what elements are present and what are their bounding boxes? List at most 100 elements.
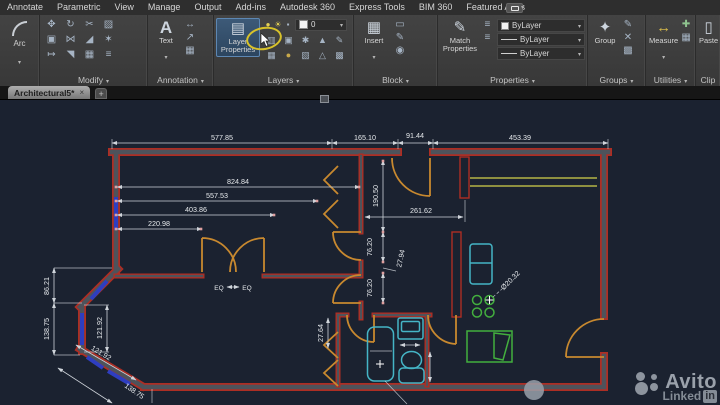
- annotation-icon-column: ↔ ↗ ▦: [182, 18, 198, 57]
- stretch-icon[interactable]: ↦: [42, 48, 61, 63]
- block-label: Block: [382, 74, 403, 85]
- fridge[interactable]: [469, 243, 493, 285]
- linetype-dropdown[interactable]: ByLayer: [497, 33, 585, 46]
- divider-wall[interactable]: [459, 156, 470, 199]
- tab-output[interactable]: Output: [187, 0, 228, 15]
- document-tab-active[interactable]: Architectural5* ×: [8, 86, 91, 99]
- fillet-icon[interactable]: ◢: [80, 33, 99, 48]
- tab-parametric[interactable]: Parametric: [50, 0, 108, 15]
- panel-label-block[interactable]: Block: [354, 73, 437, 86]
- new-tab-button[interactable]: +: [95, 88, 108, 99]
- scale-icon[interactable]: ◥: [61, 48, 80, 63]
- group-selection-icon[interactable]: ▩: [620, 44, 636, 57]
- tab-add-ins[interactable]: Add-ins: [228, 0, 273, 15]
- rotate-icon[interactable]: ↻: [61, 18, 80, 33]
- tab-annotate[interactable]: Annotate: [0, 0, 50, 15]
- explode-icon[interactable]: ✶: [99, 33, 118, 48]
- move-icon[interactable]: ✥: [42, 18, 61, 33]
- group-edit-icon[interactable]: ✎: [620, 18, 636, 31]
- properties-icon-column: ≡ ≡: [480, 18, 495, 44]
- dimension-lines[interactable]: [52, 141, 609, 404]
- panel-label-modify[interactable]: Modify: [40, 73, 147, 86]
- trim-icon[interactable]: ✂: [80, 18, 99, 33]
- layer-unlock-icon[interactable]: △: [314, 48, 331, 63]
- paste-button[interactable]: ▯ Paste: [698, 18, 719, 47]
- layer-off-icon[interactable]: ●: [280, 48, 297, 63]
- layer-state-icon[interactable]: ▪: [283, 19, 293, 31]
- ungroup-icon[interactable]: ✕: [620, 31, 636, 44]
- dim-label: 453.39: [509, 133, 531, 142]
- chevron-down-icon: [372, 46, 375, 64]
- chevron-down-icon: [406, 75, 409, 85]
- offset-icon[interactable]: ≡: [99, 48, 118, 63]
- tab-bim-360[interactable]: BIM 360: [412, 0, 460, 15]
- kitchen-fixtures[interactable]: [466, 294, 513, 363]
- multileader-icon[interactable]: ↗: [182, 31, 198, 44]
- group-button[interactable]: ✦ Group: [590, 18, 620, 47]
- chevron-down-icon: [684, 75, 687, 85]
- panel-label-groups[interactable]: Groups: [588, 73, 645, 86]
- dim-label: 91.44: [406, 131, 424, 140]
- tab-autodesk-360[interactable]: Autodesk 360: [273, 0, 342, 15]
- layer-walk-icon[interactable]: ▦: [263, 48, 280, 63]
- tab-manage[interactable]: Manage: [141, 0, 188, 15]
- kitchen-wall[interactable]: [451, 231, 462, 318]
- close-tab-icon[interactable]: ×: [79, 88, 84, 97]
- viewport-grip[interactable]: [320, 95, 329, 103]
- panel-label-annotation[interactable]: Annotation: [148, 73, 213, 86]
- match-properties-button[interactable]: ✎ Match Properties: [440, 18, 480, 55]
- doors[interactable]: [201, 157, 605, 387]
- insert-button[interactable]: ▦ Insert: [356, 18, 392, 66]
- layer-select-dropdown[interactable]: 0: [295, 18, 347, 31]
- tab-express-tools[interactable]: Express Tools: [342, 0, 412, 15]
- quick-calc-icon[interactable]: ▦: [679, 31, 693, 44]
- erase-icon[interactable]: ▨: [99, 18, 118, 33]
- layer-current-icon[interactable]: ✎: [331, 33, 348, 48]
- arc-caret-icon[interactable]: [18, 51, 21, 69]
- layer-merge-icon[interactable]: ▩: [331, 48, 348, 63]
- panel-groups: ✦ Group ✎ ✕ ▩ Groups: [588, 15, 646, 86]
- panel-label-layers[interactable]: Layers: [214, 73, 353, 86]
- layer-lock-icon[interactable]: ▲: [314, 33, 331, 48]
- screencast-caret-icon[interactable]: ▾: [521, 4, 524, 11]
- lineweight-dropdown[interactable]: ByLayer: [497, 47, 585, 60]
- copy-icon[interactable]: ▣: [42, 33, 61, 48]
- arc-tool-button[interactable]: Arc: [0, 15, 39, 69]
- block-attributes-icon[interactable]: ◉: [392, 44, 408, 57]
- model-space-canvas[interactable]: 577.85 165.10 91.44 453.39 824.84 557.53…: [0, 95, 720, 405]
- panel-properties: ✎ Match Properties ≡≡ ByLayer ByLayer: [438, 15, 588, 86]
- paste-label: Paste: [699, 36, 719, 45]
- linetype-list-icon[interactable]: ≡: [480, 18, 495, 31]
- id-point-icon[interactable]: ✚: [679, 18, 693, 31]
- panel-label-clipboard[interactable]: Clip: [696, 73, 720, 86]
- interior-walls[interactable]: [113, 153, 470, 388]
- burner: [484, 307, 495, 318]
- linear-dimension-icon[interactable]: ↔: [182, 18, 198, 31]
- kitchen-window-lines[interactable]: [470, 177, 597, 187]
- panel-label-properties[interactable]: Properties: [438, 73, 587, 86]
- lineweight-list-icon[interactable]: ≡: [480, 31, 495, 44]
- chevron-down-icon: [578, 35, 581, 44]
- dim-label: 121.92: [95, 317, 104, 339]
- panel-draw-arc: Arc: [0, 15, 40, 86]
- create-block-icon[interactable]: ▭: [392, 18, 408, 31]
- text-button[interactable]: A Text: [150, 18, 182, 66]
- dim-label: Ø20.32: [499, 269, 522, 292]
- floor-plan[interactable]: 577.85 165.10 91.44 453.39 824.84 557.53…: [0, 100, 720, 405]
- object-color-dropdown[interactable]: ByLayer: [497, 19, 585, 32]
- array-icon[interactable]: ▦: [80, 48, 99, 63]
- bathroom-fixtures[interactable]: [366, 317, 425, 384]
- tab-view[interactable]: View: [108, 0, 141, 15]
- table-icon[interactable]: ▦: [182, 44, 198, 57]
- layers-label: Layers: [267, 74, 294, 85]
- layer-match-icon[interactable]: ▧: [297, 48, 314, 63]
- panel-label-utilities[interactable]: Utilities: [646, 73, 695, 86]
- edit-block-icon[interactable]: ✎: [392, 31, 408, 44]
- dim-label: 403.86: [185, 205, 207, 214]
- double-doors: [201, 237, 265, 273]
- mirror-icon[interactable]: ⋈: [61, 33, 80, 48]
- layer-isolate-icon[interactable]: ▣: [280, 33, 297, 48]
- chevron-down-icon: [340, 20, 343, 29]
- layer-freeze-icon[interactable]: ✱: [297, 33, 314, 48]
- measure-button[interactable]: ↔ Measure: [648, 18, 679, 66]
